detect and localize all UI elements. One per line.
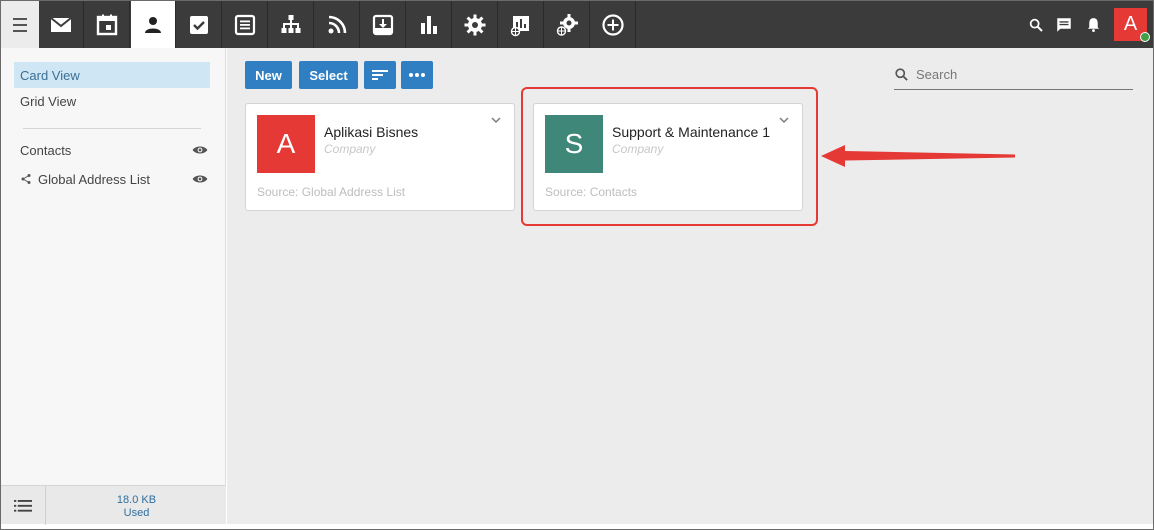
search-icon: [895, 68, 908, 81]
new-button-label: New: [255, 67, 282, 83]
sort-button[interactable]: [364, 61, 396, 89]
contact-name: Aplikasi Bisnes: [324, 124, 419, 140]
chevron-down-icon[interactable]: [491, 116, 501, 124]
org-chart-icon: [281, 14, 301, 33]
rss-icon: [328, 15, 347, 33]
sidebar-item-global-address-list[interactable]: Global Address List: [14, 166, 210, 192]
bell-icon: [1087, 18, 1099, 32]
notes-icon: [234, 14, 256, 35]
download-app-button[interactable]: [361, 1, 406, 48]
eye-icon[interactable]: [192, 144, 208, 156]
notes-app-button[interactable]: [223, 1, 268, 48]
download-box-icon: [372, 14, 394, 35]
sidebar-item-label: Contacts: [20, 142, 72, 158]
globe-settings-icon: [556, 13, 578, 36]
sidebar-item-label: Global Address List: [38, 171, 151, 187]
more-horizontal-icon: [409, 73, 425, 77]
calendar-icon: [96, 14, 118, 35]
contacts-app-button[interactable]: [131, 1, 176, 48]
select-button[interactable]: Select: [299, 61, 358, 89]
report-globe-icon: [510, 15, 529, 36]
chat-icon: [1057, 17, 1071, 32]
contact-avatar: A: [257, 115, 315, 173]
mail-icon: [50, 16, 72, 32]
globe-settings-app-button[interactable]: [545, 1, 590, 48]
eye-icon[interactable]: [192, 173, 208, 185]
sidebar-divider: [23, 128, 201, 129]
storage-amount: 18.0 KB: [116, 494, 157, 506]
search-icon: [1029, 18, 1043, 32]
storage-label: Used: [123, 507, 150, 519]
hamburger-icon: [13, 16, 27, 34]
calendar-app-button[interactable]: [85, 1, 130, 48]
annotation-arrow: [821, 145, 1015, 167]
sidebar: Card View Grid View Contacts Global Addr…: [1, 48, 226, 525]
sidebar-item-contacts[interactable]: Contacts: [14, 137, 210, 163]
storage-usage: 18.0 KB Used: [47, 494, 226, 520]
report-globe-app-button[interactable]: [499, 1, 544, 48]
add-circle-icon: [602, 13, 624, 36]
online-status-indicator: [1140, 32, 1150, 42]
sidebar-item-card-view[interactable]: Card View: [14, 62, 210, 88]
main-content: New Select Search A Aplikasi Bisnes Comp…: [227, 48, 1153, 524]
global-search-button[interactable]: [1025, 1, 1047, 48]
sort-icon: [372, 70, 388, 80]
tasks-app-button[interactable]: [177, 1, 222, 48]
sidebar-footer: 18.0 KB Used: [1, 485, 226, 525]
settings-app-button[interactable]: [453, 1, 498, 48]
app-window: A Card View Grid View Contacts Global Ad…: [0, 0, 1154, 530]
sidebar-item-label: Card View: [20, 67, 80, 83]
new-button[interactable]: New: [245, 61, 292, 89]
reports-app-button[interactable]: [407, 1, 452, 48]
share-icon: [21, 174, 31, 184]
list-toggle-button[interactable]: [1, 486, 46, 525]
settings-icon: [464, 14, 486, 35]
menu-button[interactable]: [1, 1, 39, 48]
contact-type: Company: [324, 142, 376, 156]
top-app-bar: A: [1, 1, 1153, 48]
sidebar-item-grid-view[interactable]: Grid View: [14, 88, 210, 114]
chat-button[interactable]: [1053, 1, 1075, 48]
org-chart-app-button[interactable]: [269, 1, 314, 48]
tasks-icon: [190, 15, 208, 34]
notifications-button[interactable]: [1082, 1, 1104, 48]
search-placeholder: Search: [916, 67, 958, 82]
sidebar-item-label: Grid View: [20, 93, 77, 109]
annotation-highlight-box: [521, 87, 818, 226]
mail-app-button[interactable]: [39, 1, 84, 48]
contact-source: Source: Global Address List: [257, 185, 406, 199]
contacts-icon: [145, 16, 161, 33]
contact-card-aplikasi-bisnes[interactable]: A Aplikasi Bisnes Company Source: Global…: [245, 103, 515, 211]
more-options-button[interactable]: [401, 61, 433, 89]
select-button-label: Select: [309, 67, 348, 83]
rss-app-button[interactable]: [315, 1, 360, 48]
avatar-letter: A: [1123, 13, 1138, 35]
search-field[interactable]: Search: [894, 60, 1133, 90]
bar-chart-icon: [421, 15, 437, 34]
list-icon: [14, 499, 32, 512]
add-app-button[interactable]: [591, 1, 636, 48]
avatar-initial: A: [276, 128, 296, 159]
